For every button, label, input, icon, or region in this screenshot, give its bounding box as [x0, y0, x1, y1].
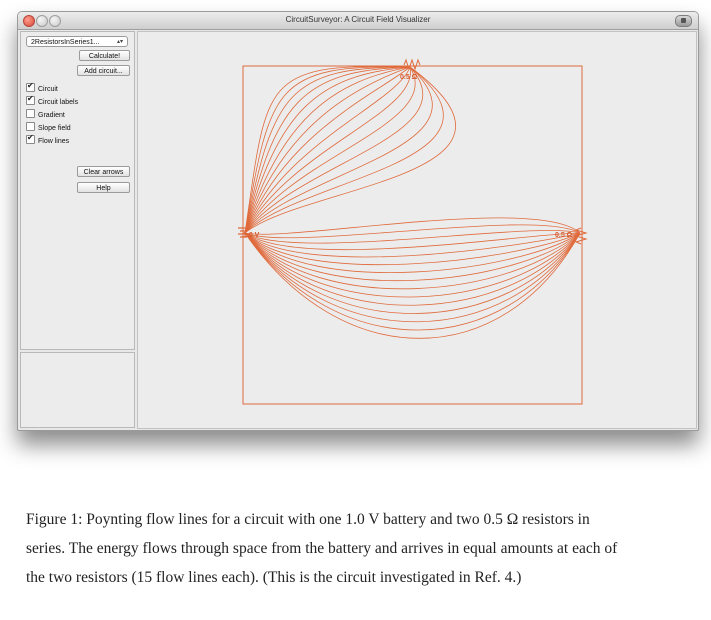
help-button[interactable]: Help — [77, 182, 130, 193]
checkbox-gradient[interactable]: Gradient — [26, 109, 65, 119]
checkbox-circuit-labels[interactable]: Circuit labels — [26, 94, 79, 106]
flow-line-top — [244, 66, 433, 234]
resistor-right-label: 0.5 Ω — [555, 232, 573, 239]
window-title: CircuitSurveyor: A Circuit Field Visuali… — [285, 15, 431, 24]
circuit-select-value: 2ResistorsInSeries1... — [31, 39, 100, 46]
flow-line-right — [244, 232, 581, 306]
battery-label: 1.0 V — [243, 232, 260, 239]
circuit-select[interactable]: 2ResistorsInSeries1... ▴▾ — [26, 36, 128, 47]
checkbox-gradient-label: Gradient — [38, 112, 65, 119]
flow-line-top — [244, 66, 416, 234]
flow-line-top — [244, 66, 456, 234]
checkbox-flow-lines-label: Flow lines — [38, 138, 70, 145]
info-panel — [20, 352, 135, 428]
resistor-top-label: 0.5 Ω — [400, 74, 418, 81]
checkbox-slope-field-box[interactable] — [26, 122, 35, 131]
checkbox-circuit-box[interactable] — [26, 81, 35, 92]
flow-line-right — [244, 217, 581, 235]
add-circuit-button[interactable]: Add circuit... — [77, 65, 130, 76]
select-arrows-icon: ▴▾ — [116, 39, 123, 45]
figure-caption: Figure 1: Poynting flow lines for a circ… — [26, 511, 618, 586]
flow-line-top — [244, 66, 424, 234]
resistor-right-icon — [574, 227, 588, 245]
checkbox-flow-lines[interactable]: Flow lines — [26, 133, 70, 145]
app-window: CircuitSurveyor: A Circuit Field Visuali… — [17, 11, 699, 431]
circuit-wire — [242, 65, 583, 405]
checkbox-circuit-label: Circuit — [38, 86, 58, 93]
checkbox-circuit[interactable]: Circuit — [26, 81, 58, 93]
checkbox-gradient-box[interactable] — [26, 109, 35, 118]
toolbar-toggle-button[interactable] — [675, 15, 692, 27]
clear-arrows-button[interactable]: Clear arrows — [77, 166, 130, 177]
checkbox-slope-field-label: Slope field — [38, 125, 71, 132]
checkbox-circuit-labels-box[interactable] — [26, 94, 35, 105]
control-panel: 2ResistorsInSeries1... ▴▾ Calculate! Add… — [20, 31, 135, 350]
flow-line-right — [244, 232, 581, 323]
checkbox-flow-lines-box[interactable] — [26, 133, 35, 144]
flow-lines — [244, 66, 581, 339]
title-bar: CircuitSurveyor: A Circuit Field Visuali… — [18, 12, 698, 30]
flow-line-right — [244, 232, 581, 314]
flow-lines-plot[interactable]: 0.5 Ω 0.5 Ω 1.0 V — [138, 32, 696, 428]
checkbox-slope-field[interactable]: Slope field — [26, 122, 71, 132]
flow-line-right — [244, 232, 581, 251]
calculate-button[interactable]: Calculate! — [79, 50, 130, 61]
flow-line-right — [244, 232, 581, 282]
field-canvas[interactable]: 0.5 Ω 0.5 Ω 1.0 V — [137, 31, 697, 429]
checkbox-circuit-labels-label: Circuit labels — [38, 99, 79, 106]
flow-line-right — [244, 224, 581, 239]
